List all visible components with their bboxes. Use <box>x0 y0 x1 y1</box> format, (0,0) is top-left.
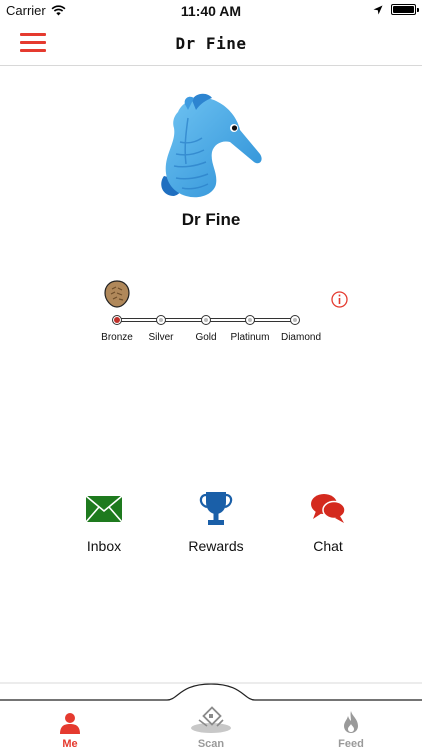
tier-node-bronze <box>112 315 122 325</box>
location-arrow-icon <box>373 5 383 14</box>
tab-feed[interactable]: Feed <box>311 708 391 750</box>
tier-node-gold <box>201 315 211 325</box>
rewards-button[interactable]: Rewards <box>171 488 261 554</box>
bronze-badge-icon <box>104 280 130 308</box>
envelope-icon <box>85 495 123 523</box>
status-bar: Carrier 11:40 AM <box>0 0 422 22</box>
battery-icon <box>391 4 419 15</box>
person-icon <box>60 713 80 734</box>
trophy-icon <box>199 492 233 525</box>
rewards-label: Rewards <box>188 538 244 554</box>
info-icon[interactable] <box>331 291 348 308</box>
inbox-label: Inbox <box>86 538 122 554</box>
tier-label-diamond: Diamond <box>280 332 322 343</box>
status-time: 11:40 AM <box>180 3 242 19</box>
tab-me-label: Me <box>62 738 78 750</box>
chat-bubbles-icon <box>311 494 346 523</box>
tier-node-platinum <box>245 315 255 325</box>
tab-scan[interactable]: Scan <box>171 706 251 750</box>
tier-progress: Bronze Silver Gold Platinum Diamond <box>90 278 360 358</box>
page-title: Dr Fine <box>175 34 247 53</box>
tab-feed-label: Feed <box>338 738 364 750</box>
navigation-bar: Dr Fine <box>0 22 422 66</box>
chat-label: Chat <box>313 538 343 554</box>
tab-scan-label: Scan <box>197 738 225 750</box>
profile-name: Dr Fine <box>181 210 241 229</box>
flame-icon <box>344 711 358 733</box>
inbox-button[interactable]: Inbox <box>59 488 149 554</box>
scan-icon <box>191 706 231 733</box>
tier-node-silver <box>156 315 166 325</box>
tab-me[interactable]: Me <box>30 708 110 750</box>
tier-node-diamond <box>290 315 300 325</box>
tab-bar: Me Scan Feed <box>0 682 422 750</box>
seahorse-avatar-icon <box>161 93 262 198</box>
chat-button[interactable]: Chat <box>283 488 373 554</box>
